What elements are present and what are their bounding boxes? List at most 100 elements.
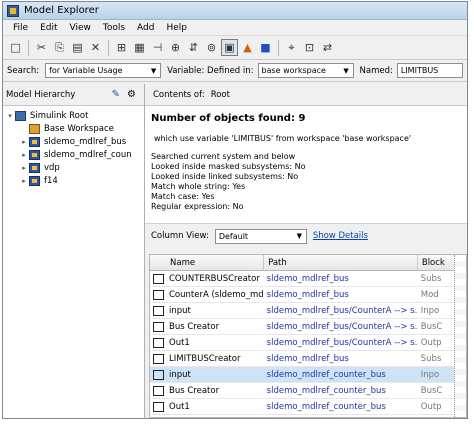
cut-icon[interactable]: ✂ bbox=[33, 39, 50, 56]
expand-toggle-icon[interactable]: ▸ bbox=[19, 151, 29, 159]
cell-path[interactable]: sldemo_mdlref_bus bbox=[264, 354, 418, 364]
contents-pane: Contents of: Root Number of objects foun… bbox=[145, 84, 467, 418]
menu-tools[interactable]: Tools bbox=[97, 23, 131, 33]
table-header: Name Path Block bbox=[150, 255, 466, 271]
tree-item[interactable]: ▸ vdp bbox=[3, 161, 144, 174]
title-bar: Model Explorer bbox=[3, 2, 467, 20]
binoculars-icon[interactable]: ⊚ bbox=[203, 39, 220, 56]
column-view-select[interactable]: Default ▼ bbox=[214, 228, 307, 244]
pin-icon[interactable]: ✎ bbox=[112, 89, 120, 100]
model-icon bbox=[29, 175, 40, 186]
properties-icon[interactable]: ▦ bbox=[131, 39, 148, 56]
state-icon[interactable]: ⊕ bbox=[167, 39, 184, 56]
tree-item[interactable]: Base Workspace bbox=[3, 122, 144, 135]
block-icon bbox=[153, 401, 164, 412]
search-detail-line: Looked inside masked subsystems: No bbox=[151, 162, 306, 171]
model-icon bbox=[29, 136, 40, 147]
table-row[interactable]: Bus Creator sldemo_mdlref_bus/CounterA --… bbox=[150, 319, 466, 335]
contents-value: Root bbox=[210, 89, 230, 100]
show-details-link[interactable]: Show Details bbox=[313, 231, 368, 241]
tree-item[interactable]: ▸ sldemo_mdlref_coun bbox=[3, 148, 144, 161]
search-detail-line: Searched current system and below bbox=[151, 152, 296, 161]
grid-icon[interactable]: ⊞ bbox=[113, 39, 130, 56]
variable-label: Variable: Defined in: bbox=[167, 65, 254, 76]
menu-view[interactable]: View bbox=[64, 23, 97, 33]
cell-name: Bus Creator bbox=[150, 321, 264, 332]
column-header-label: Name bbox=[170, 257, 196, 268]
cell-path[interactable]: sldemo_mdlref_bus bbox=[264, 274, 418, 284]
menu-add[interactable]: Add bbox=[131, 23, 160, 33]
cell-path[interactable]: sldemo_mdlref_bus/CounterA --> s... bbox=[264, 306, 418, 316]
expand-toggle-icon[interactable]: ▸ bbox=[19, 164, 29, 172]
table-row[interactable]: LIMITBUSCreator sldemo_mdlref_bus Subs bbox=[150, 351, 466, 367]
paste-icon[interactable]: ▤ bbox=[69, 39, 86, 56]
column-header-path[interactable]: Path bbox=[264, 255, 418, 270]
sync-icon[interactable]: ⇄ bbox=[319, 39, 336, 56]
menu-edit[interactable]: Edit bbox=[34, 23, 63, 33]
expand-toggle-icon[interactable]: ▸ bbox=[19, 177, 29, 185]
move-icon[interactable]: ⇵ bbox=[185, 39, 202, 56]
cell-path[interactable]: sldemo_mdlref_counter_bus bbox=[264, 402, 418, 412]
simulink-icon[interactable]: ▣ bbox=[221, 39, 238, 56]
hierarchy-options-icon[interactable]: ⚙ bbox=[127, 89, 136, 100]
search-detail-line: Regular expression: No bbox=[151, 202, 244, 211]
cell-name: LIMITBUSCreator bbox=[150, 353, 264, 364]
expand-toggle-icon[interactable]: ▸ bbox=[19, 138, 29, 146]
find-icon[interactable]: ⌖ bbox=[283, 39, 300, 56]
search-detail-line: Match case: Yes bbox=[151, 192, 215, 201]
table-row[interactable]: CounterA (sldemo_md... sldemo_mdlref_bus M… bbox=[150, 287, 466, 303]
menu-bar: File Edit View Tools Add Help bbox=[3, 20, 467, 36]
search-mode-select[interactable]: for Variable Usage ▼ bbox=[45, 63, 162, 78]
delete-icon[interactable]: ✕ bbox=[87, 39, 104, 56]
workspace-select[interactable]: base workspace ▼ bbox=[257, 63, 354, 78]
toolbar: □ ✂ ⎘ ▤ ✕ ⊞ ▦ ⊣ ⊕ ⇵ ⊚ ▣ ▲ ■ ⌖ ⊡ ⇄ bbox=[3, 36, 467, 60]
search-bar: Search: for Variable Usage ▼ Variable: D… bbox=[3, 60, 467, 82]
tree-item[interactable]: ▸ sldemo_mdlref_bus bbox=[3, 135, 144, 148]
window-title: Model Explorer bbox=[24, 5, 99, 16]
results-table: Name Path Block COUNTERBUSCreator sldemo_… bbox=[149, 254, 467, 418]
table-row[interactable]: Bus Creator sldemo_mdlref_counter_bus BusC bbox=[150, 383, 466, 399]
table-body: COUNTERBUSCreator sldemo_mdlref_bus Subs Co… bbox=[150, 271, 466, 415]
app-icon bbox=[7, 4, 19, 17]
table-row[interactable]: input sldemo_mdlref_bus/CounterA --> s...… bbox=[150, 303, 466, 319]
menu-file[interactable]: File bbox=[7, 23, 34, 33]
copy-icon[interactable]: ⎘ bbox=[51, 39, 68, 56]
menu-help[interactable]: Help bbox=[160, 23, 193, 33]
model-hierarchy-header: Model Hierarchy ✎ ⚙ bbox=[3, 84, 144, 106]
row-name: Bus Creator bbox=[169, 321, 220, 332]
tree-item[interactable]: ▾ Simulink Root bbox=[3, 109, 144, 122]
model-hierarchy-pane: Model Hierarchy ✎ ⚙ ▾ Simulink Root Base W… bbox=[3, 84, 145, 418]
toolbar-separator bbox=[278, 39, 279, 56]
matlab-icon[interactable]: ▲ bbox=[239, 39, 256, 56]
cell-path[interactable]: sldemo_mdlref_bus/CounterA --> s... bbox=[264, 338, 418, 348]
block-icon bbox=[153, 369, 164, 380]
tree-item-label: Simulink Root bbox=[30, 110, 89, 121]
table-row[interactable]: input sldemo_mdlref_counter_bus Inpo bbox=[150, 367, 466, 383]
cell-path[interactable]: sldemo_mdlref_bus/CounterA --> s... bbox=[264, 322, 418, 332]
cell-name: input bbox=[150, 305, 264, 316]
table-row[interactable]: Out1 sldemo_mdlref_bus/CounterA --> s... O… bbox=[150, 335, 466, 351]
search-label: Search: bbox=[7, 65, 40, 76]
tree-item[interactable]: ▸ f14 bbox=[3, 174, 144, 187]
cell-path[interactable]: sldemo_mdlref_bus bbox=[264, 290, 418, 300]
table-row[interactable]: Out1 sldemo_mdlref_counter_bus Outp bbox=[150, 399, 466, 415]
hierarchy-icon[interactable]: ⊣ bbox=[149, 39, 166, 56]
new-icon[interactable]: □ bbox=[7, 39, 24, 56]
chart-icon[interactable]: ■ bbox=[257, 39, 274, 56]
tree-item-label: sldemo_mdlref_bus bbox=[44, 136, 127, 147]
simulink-root-icon bbox=[15, 110, 26, 121]
named-label: Named: bbox=[359, 65, 393, 76]
named-input[interactable]: LIMITBUS bbox=[396, 63, 463, 78]
table-row[interactable]: COUNTERBUSCreator sldemo_mdlref_bus Subs bbox=[150, 271, 466, 287]
cell-name: CounterA (sldemo_md... bbox=[150, 289, 264, 300]
named-value: LIMITBUS bbox=[400, 66, 439, 75]
column-header-label: Block bbox=[421, 257, 445, 268]
column-header-name[interactable]: Name bbox=[150, 255, 265, 270]
search-results-summary: Number of objects found: 9 which use var… bbox=[145, 106, 467, 224]
expand-toggle-icon[interactable]: ▾ bbox=[5, 112, 15, 120]
block-icon bbox=[153, 273, 164, 284]
block-icon bbox=[153, 321, 164, 332]
cell-path[interactable]: sldemo_mdlref_counter_bus bbox=[264, 386, 418, 396]
zoom-icon[interactable]: ⊡ bbox=[301, 39, 318, 56]
cell-path[interactable]: sldemo_mdlref_counter_bus bbox=[264, 370, 418, 380]
